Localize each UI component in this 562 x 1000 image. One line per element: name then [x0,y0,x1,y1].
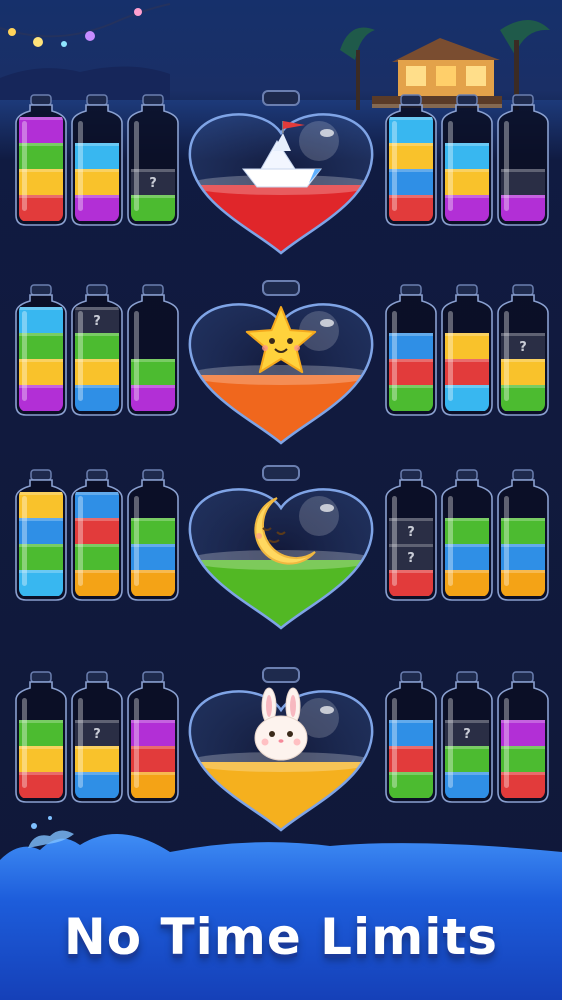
bottle-r4-left-2[interactable]: ? [71,671,123,803]
bottle-cap [86,469,108,481]
game-screen: ??????? No Time Limits [0,0,562,1000]
glass-shine [22,121,27,211]
hidden-color-icon: ? [93,314,101,329]
jar-neck [262,465,300,481]
glass-shine [448,698,453,788]
glass-highlight [299,121,339,161]
jar-neck [262,280,300,296]
glass-shine [504,698,509,788]
bottle-r1-left-3[interactable]: ? [127,94,179,226]
bottle-r2-right-3[interactable]: ? [497,284,549,416]
bottle-r1-right-3[interactable] [497,94,549,226]
bottle-cap [86,94,108,106]
glass-shine [78,311,83,401]
glass-highlight [299,496,339,536]
glass-shine [78,121,83,211]
glass-shine [78,496,83,586]
bottle-r4-right-2[interactable]: ? [441,671,493,803]
bottle-cap [86,671,108,683]
bottle-r2-left-2[interactable]: ? [71,284,123,416]
glass-shine [22,698,27,788]
bottle-cap [30,671,52,683]
bottle-cap [30,469,52,481]
hidden-color-icon: ? [519,340,527,355]
glass-glint [320,504,334,512]
bottle-cap [30,94,52,106]
bottle-r2-right-1[interactable] [385,284,437,416]
bottle-r1-right-1[interactable] [385,94,437,226]
bottle-cap [456,671,478,683]
glass-shine [392,311,397,401]
game-scene: ??????? [0,0,562,1000]
bottle-r1-left-2[interactable] [71,94,123,226]
bottle-cap [142,94,164,106]
droplet-icon [48,816,52,820]
hidden-color-icon: ? [463,727,471,742]
bottle-r4-left-1[interactable] [15,671,67,803]
bottle-cap [142,469,164,481]
bottle-cap [456,284,478,296]
glass-shine [448,121,453,211]
glass-glint [320,319,334,327]
hidden-color-icon: ? [149,176,157,191]
glass-shine [392,496,397,586]
bottle-cap [456,469,478,481]
bottle-cap [512,671,534,683]
bottle-cap [512,94,534,106]
glass-shine [448,496,453,586]
bottle-cap [400,94,422,106]
heart-jar-2[interactable] [186,280,376,525]
bottle-r2-left-3[interactable] [127,284,179,416]
bottle-cap [512,284,534,296]
bottle-cap [400,469,422,481]
bottle-r4-right-3[interactable] [497,671,549,803]
glass-shine [22,311,27,401]
glass-glint [320,706,334,714]
bottle-r3-left-1[interactable] [15,469,67,601]
glass-shine [504,496,509,586]
glass-shine [392,698,397,788]
bottle-r4-left-3[interactable] [127,671,179,803]
heart-jars [186,90,376,832]
bottle-r2-right-2[interactable] [441,284,493,416]
bottle-r3-right-2[interactable] [441,469,493,601]
glass-shine [22,496,27,586]
bottle-cap [400,284,422,296]
bottle-r3-left-2[interactable] [71,469,123,601]
glass-shine [78,698,83,788]
bottle-r2-left-1[interactable] [15,284,67,416]
bottle-r4-right-1[interactable] [385,671,437,803]
hidden-color-icon: ? [407,551,415,566]
jar-liquid [189,560,373,628]
glass-shine [504,311,509,401]
hidden-color-icon: ? [407,525,415,540]
glass-shine [504,121,509,211]
banner-title: No Time Limits [63,908,499,966]
bottle-r3-left-3[interactable] [127,469,179,601]
glass-shine [392,121,397,211]
glass-shine [134,121,139,211]
glass-shine [448,311,453,401]
bottle-r1-right-2[interactable] [441,94,493,226]
bottle-r3-right-3[interactable] [497,469,549,601]
bottle-cap [30,284,52,296]
glass-shine [134,311,139,401]
bottle-cap [142,284,164,296]
bottle-cap [86,284,108,296]
bottle-cap [400,671,422,683]
bottle-cap [512,469,534,481]
liquid-surface [189,365,373,385]
hidden-color-icon: ? [93,727,101,742]
bottle-cap [456,94,478,106]
jar-neck [262,90,300,106]
jar-neck [262,667,300,683]
bottle-cap [142,671,164,683]
glass-shine [134,496,139,586]
bottle-r1-left-1[interactable] [15,94,67,226]
bottle-r3-right-1[interactable]: ?? [385,469,437,601]
bunny-face-icon [254,687,308,761]
glass-glint [320,129,334,137]
glass-shine [134,698,139,788]
droplet-icon [31,823,37,829]
